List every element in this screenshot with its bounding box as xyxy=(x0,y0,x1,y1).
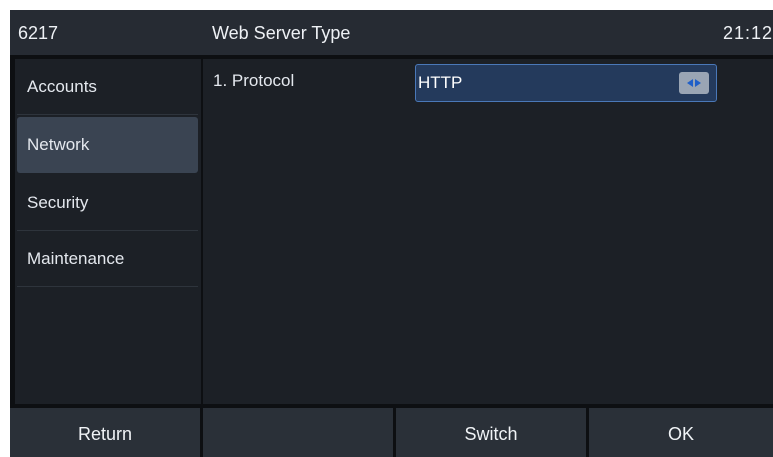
protocol-label: 1. Protocol xyxy=(213,71,295,90)
return-button[interactable]: Return xyxy=(10,408,200,457)
extension-number: 6217 xyxy=(18,23,59,43)
sidebar-item-network[interactable]: Network xyxy=(17,117,198,173)
arrow-right-icon xyxy=(695,79,701,87)
sidebar-item-accounts[interactable]: Accounts xyxy=(17,59,198,115)
sidebar-item-maintenance[interactable]: Maintenance xyxy=(17,231,198,287)
sidebar-item-label: Network xyxy=(27,135,90,154)
sidebar-item-label: Maintenance xyxy=(27,249,125,268)
protocol-value: HTTP xyxy=(418,73,463,92)
sidebar-item-label: Accounts xyxy=(27,77,97,96)
switch-button[interactable]: Switch xyxy=(396,408,586,457)
protocol-selector[interactable]: HTTP xyxy=(415,64,717,102)
content-panel: 1. Protocol HTTP xyxy=(203,59,773,404)
title-bar: 6217 Web Server Type 21:12 xyxy=(10,10,773,55)
sidebar: Accounts Network Security Maintenance xyxy=(15,59,201,404)
softkey-bar: Return Switch OK xyxy=(10,408,773,457)
sidebar-item-label: Security xyxy=(27,193,89,212)
left-right-arrows-icon[interactable] xyxy=(679,72,709,94)
arrow-left-icon xyxy=(687,79,693,87)
phone-screen: 6217 Web Server Type 21:12 Accounts Netw… xyxy=(10,10,773,457)
clock: 21:12 xyxy=(722,23,773,43)
page-title: Web Server Type xyxy=(212,23,351,43)
ok-button[interactable]: OK xyxy=(589,408,773,457)
empty-softkey[interactable] xyxy=(203,408,393,457)
sidebar-item-security[interactable]: Security xyxy=(17,175,198,231)
